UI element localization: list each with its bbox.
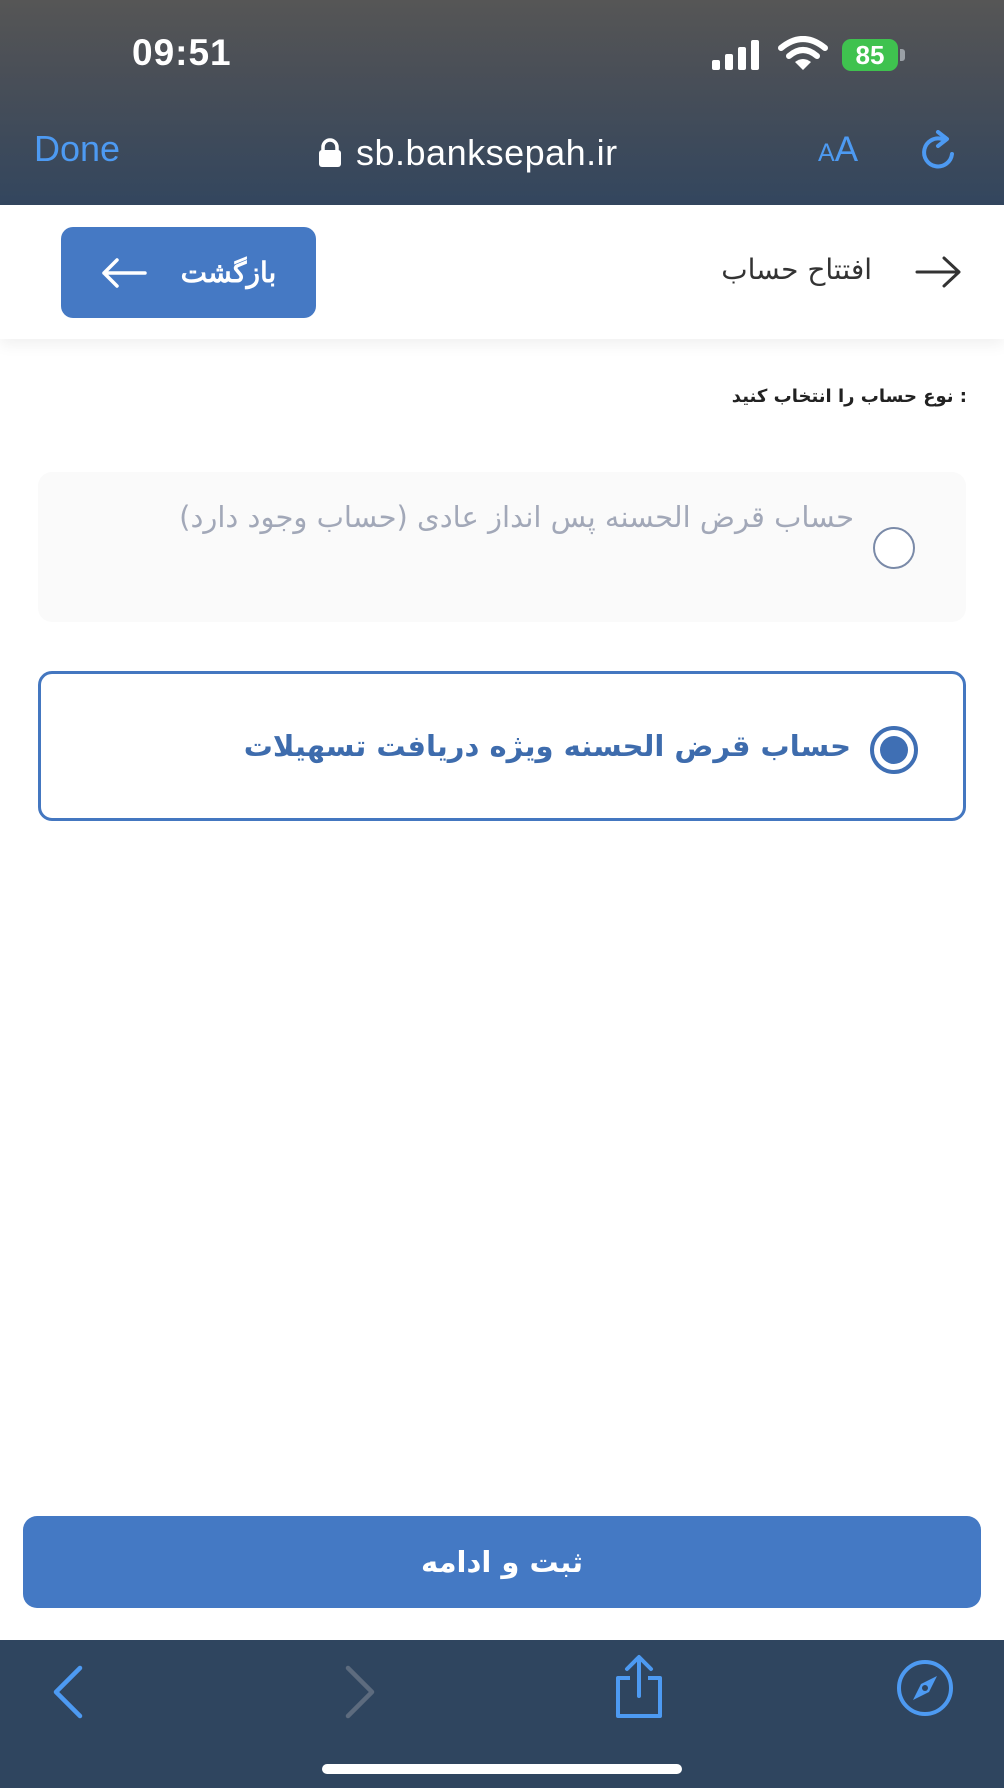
radio-checked-icon[interactable]	[870, 726, 918, 774]
forward-chevron-icon[interactable]	[340, 1664, 380, 1720]
page-title: افتتاح حساب	[721, 253, 872, 286]
home-indicator	[322, 1764, 682, 1774]
battery-tip	[900, 49, 905, 61]
text-size-big-label: A	[834, 130, 859, 169]
back-chevron-icon[interactable]	[48, 1664, 88, 1720]
text-size-small-label: A	[818, 139, 835, 167]
account-option-regular-savings[interactable]: حساب قرض الحسنه پس انداز عادی (حساب وجود…	[38, 472, 966, 622]
lock-icon	[319, 138, 341, 167]
wifi-icon	[778, 36, 828, 70]
submit-continue-button[interactable]: ثبت و ادامه	[23, 1516, 981, 1608]
option-label: حساب قرض الحسنه پس انداز عادی (حساب وجود…	[179, 500, 854, 534]
top-chrome: 09:51 85 Done sb.banksepah.ir AA	[0, 0, 1004, 205]
radio-dot	[880, 736, 908, 764]
back-button-label: بازگشت	[180, 257, 277, 288]
option-label: حساب قرض الحسنه ویژه دریافت تسهیلات	[243, 729, 851, 763]
arrow-left-icon	[101, 257, 147, 288]
text-size-button[interactable]: AA	[818, 130, 858, 170]
radio-unchecked-icon[interactable]	[873, 527, 915, 569]
account-option-special-loan[interactable]: حساب قرض الحسنه ویژه دریافت تسهیلات	[38, 671, 966, 821]
battery-level: 85	[855, 40, 885, 70]
battery-charging-icon: 85	[842, 39, 898, 71]
address-bar[interactable]: sb.banksepah.ir	[318, 128, 618, 178]
browser-toolbar	[0, 1640, 1004, 1788]
compass-icon[interactable]	[895, 1658, 955, 1718]
share-icon[interactable]	[612, 1654, 666, 1720]
arrow-right-icon[interactable]	[914, 255, 962, 289]
status-time: 09:51	[132, 32, 232, 73]
done-button[interactable]: Done	[34, 128, 120, 170]
reload-icon[interactable]	[916, 130, 960, 174]
page-header: بازگشت افتتاح حساب	[0, 205, 1004, 339]
url-text: sb.banksepah.ir	[356, 132, 618, 173]
signal-icon	[712, 40, 759, 70]
account-type-prompt: نوع حساب را انتخاب کنید :	[731, 386, 967, 407]
back-button[interactable]: بازگشت	[61, 227, 316, 318]
